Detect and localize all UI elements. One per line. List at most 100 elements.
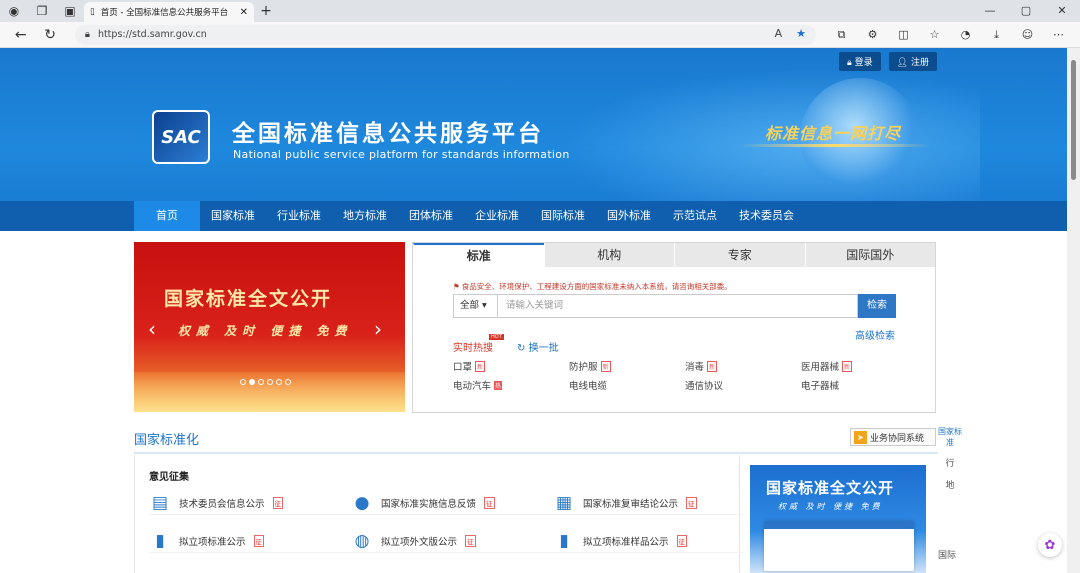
refresh-button[interactable]: ↻	[35, 27, 64, 43]
more-icon[interactable]: ⋯	[1043, 28, 1074, 42]
ad-slogan: 权威 及时 便捷 免费	[778, 502, 883, 511]
banner-dot[interactable]	[240, 379, 246, 385]
nav-item[interactable]: 首页	[134, 201, 200, 231]
hot-search-tag: 热	[494, 380, 503, 390]
opinion-item[interactable]: ▮ 拟立项标准公示征	[149, 529, 351, 553]
favorites-icon[interactable]: ☆	[919, 28, 950, 42]
nav-item[interactable]: 企业标准	[464, 201, 530, 231]
skyline-graphic	[134, 372, 405, 412]
opinion-item[interactable]: ◍ 拟立项外文版公示征	[351, 529, 553, 553]
refresh-hot-button[interactable]: ↻ 换一批	[517, 339, 559, 354]
nav-item[interactable]: 国际标准	[530, 201, 596, 231]
side-tab-local[interactable]: 地	[936, 480, 964, 492]
workspaces-icon[interactable]: ❐	[28, 0, 56, 22]
sac-logo[interactable]: SAC	[152, 110, 210, 164]
minimize-button[interactable]: —	[972, 0, 1008, 22]
side-tab-international[interactable]: 国际	[938, 548, 956, 561]
opinion-item-label: 拟立项外文版公示	[381, 536, 458, 548]
split-screen-icon[interactable]: ◫	[888, 28, 919, 42]
banner-dot[interactable]	[276, 379, 282, 385]
side-tab-industry[interactable]: 行	[936, 458, 964, 470]
hot-search-item[interactable]: 医用器械新	[801, 359, 903, 373]
hot-search-item[interactable]: 防护服新	[569, 359, 685, 373]
search-tab[interactable]: 机构	[543, 243, 674, 267]
collections-icon[interactable]: ⧉	[826, 28, 857, 42]
nav-item[interactable]: 团体标准	[398, 201, 464, 231]
lock-icon[interactable]: 🔒︎	[85, 29, 90, 40]
nav-item[interactable]: 国外标准	[596, 201, 662, 231]
register-label: 注册	[910, 58, 929, 68]
side-link-national[interactable]: 国家标准	[936, 426, 964, 448]
scroll-thumb[interactable]	[1071, 60, 1076, 180]
nav-item[interactable]: 示范试点	[662, 201, 728, 231]
nav-item[interactable]: 地方标准	[332, 201, 398, 231]
downloads-icon[interactable]: ⤓	[981, 28, 1012, 42]
account-links: 🔒︎ 登录 👤︎ 注册	[839, 52, 937, 71]
nav-items: 首页 国家标准 行业标准 地方标准 团体标准 企业标准 国际标准 国外标准 示范试点 技术委员会	[134, 201, 805, 231]
opinion-item-label: 国家标准实施信息反馈	[381, 498, 477, 510]
hot-search-label: 实时热搜	[453, 343, 493, 354]
page-scrollbar[interactable]	[1067, 48, 1080, 573]
opinion-item-label: 技术委员会信息公示	[179, 498, 265, 510]
login-button[interactable]: 🔒︎ 登录	[839, 52, 881, 71]
search-tab[interactable]: 专家	[674, 243, 805, 267]
read-aloud-icon[interactable]: A	[775, 27, 783, 40]
hot-search-item[interactable]: 电动汽车热	[453, 378, 569, 392]
url-text: https://std.samr.gov.cn	[97, 29, 207, 40]
banner-dot[interactable]	[267, 379, 273, 385]
banner-dot[interactable]	[285, 379, 291, 385]
opinion-item[interactable]: ▦ 国家标准复审结论公示征	[553, 491, 743, 515]
new-tab-button[interactable]: +	[254, 3, 278, 19]
login-label: 登录	[854, 58, 873, 68]
browser-tab[interactable]: ▯ 首页 - 全国标准信息公共服务平台 ✕	[84, 2, 254, 22]
banner-dot[interactable]	[249, 379, 255, 385]
hot-search-item[interactable]: 口罩新	[453, 359, 569, 373]
banner-next-icon[interactable]: ›	[374, 317, 382, 341]
hot-search-item[interactable]: 电子器械	[801, 378, 903, 392]
history-icon[interactable]: ◔	[950, 28, 981, 42]
close-tab-icon[interactable]: ✕	[240, 7, 248, 18]
banner-prev-icon[interactable]: ‹	[148, 317, 156, 341]
nav-item[interactable]: 国家标准	[200, 201, 266, 231]
hot-search-item[interactable]: 通信协议	[685, 378, 801, 392]
refresh-icon: ↻	[517, 343, 526, 354]
hot-search-list: 口罩新防护服新消毒新医用器械新电动汽车热电线电缆 通信协议 电子器械	[453, 359, 903, 392]
hot-search-label-text: 通信协议	[685, 381, 724, 392]
main-nav: 首页 国家标准 行业标准 地方标准 团体标准 企业标准 国际标准 国外标准 示范试点 技术委员会	[0, 201, 1067, 231]
feedback-icon[interactable]: ☺	[1012, 28, 1043, 42]
opinion-item[interactable]: ▮ 拟立项标准样品公示征	[553, 529, 743, 553]
extension-icon[interactable]: ⚙	[857, 28, 888, 42]
maximize-button[interactable]: ▢	[1008, 0, 1044, 22]
search-button[interactable]: 检索	[858, 294, 896, 318]
id-card-icon: ▤	[151, 492, 169, 513]
assistant-bubble-icon[interactable]: ✿	[1038, 533, 1062, 557]
chat-icon: ●	[354, 492, 370, 513]
url-actions: A ★	[775, 27, 806, 40]
nav-item[interactable]: 行业标准	[266, 201, 332, 231]
search-scope-select[interactable]: 全部 ▾	[453, 294, 498, 318]
opinion-item[interactable]: ▤ 技术委员会信息公示征	[149, 491, 351, 515]
banner-dot[interactable]	[258, 379, 264, 385]
search-tab[interactable]: 国际国外	[804, 243, 935, 267]
side-ad-banner[interactable]: 国家标准全文公开 权威 及时 便捷 免费	[750, 465, 926, 573]
advanced-search-link[interactable]: 高级检索	[855, 327, 895, 342]
hot-search-item[interactable]: 消毒新	[685, 359, 801, 373]
slogan-underline	[740, 144, 930, 147]
close-window-button[interactable]: ✕	[1044, 0, 1080, 22]
back-button[interactable]: ←	[6, 27, 35, 43]
hot-search-tag: 新	[707, 360, 718, 372]
profile-icon[interactable]: ◉	[0, 0, 28, 22]
side-tabs: 国家标准 行 地	[936, 426, 964, 492]
register-button[interactable]: 👤︎ 注册	[888, 52, 937, 71]
tab-actions-icon[interactable]: ▣	[56, 0, 84, 22]
promo-banner[interactable]: 国家标准全文公开 权威 及时 便捷 免费 ‹ ›	[134, 242, 405, 412]
search-input[interactable]: 请输入关键词	[498, 294, 858, 318]
opinion-item[interactable]: ● 国家标准实施信息反馈征	[351, 491, 553, 515]
search-panel: 标准 机构 专家 国际国外 ⚑ 食品安全、环境保护、工程建设方面的国家标准未纳入本系统，…	[412, 242, 936, 413]
coop-system-button[interactable]: ➤ 业务协同系统	[850, 428, 936, 446]
favorite-star-icon[interactable]: ★	[796, 27, 806, 40]
search-tab[interactable]: 标准	[413, 243, 544, 267]
nav-item[interactable]: 技术委员会	[728, 201, 805, 231]
hot-search-item[interactable]: 电线电缆	[569, 378, 685, 392]
url-field[interactable]: 🔒︎ https://std.samr.gov.cn A ★	[74, 24, 816, 45]
